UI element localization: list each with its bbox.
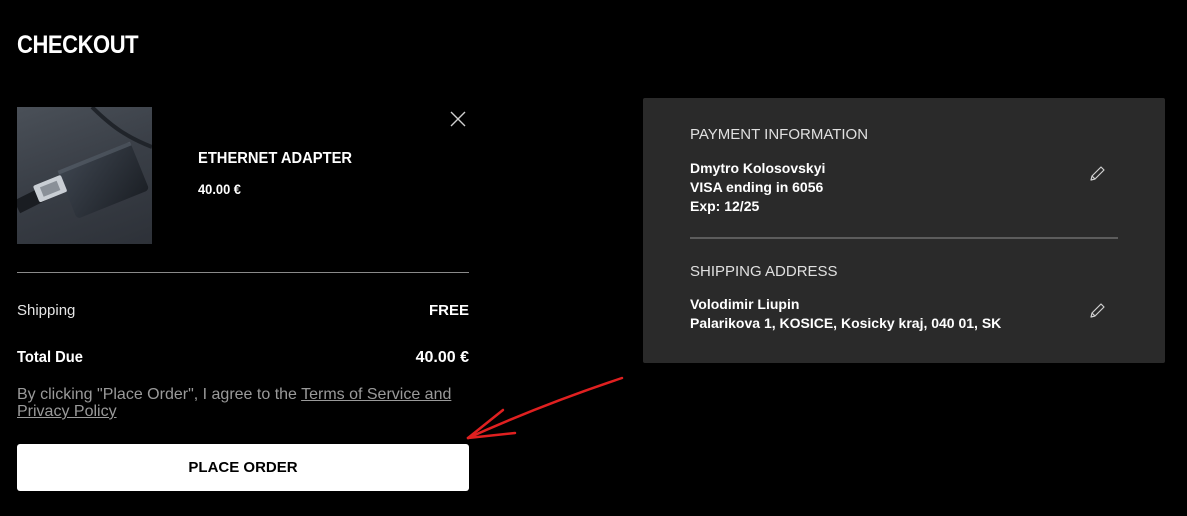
terms-prefix: By clicking "Place Order", I agree to th…	[17, 386, 302, 403]
shipping-address-title: SHIPPING ADDRESS	[690, 263, 838, 280]
close-icon	[450, 111, 466, 127]
edit-payment-button[interactable]	[1087, 164, 1107, 184]
payment-expiry: Exp: 12/25	[690, 198, 760, 214]
edit-shipping-button[interactable]	[1087, 301, 1107, 321]
product-price: 40.00 €	[198, 181, 241, 197]
payment-info-title: PAYMENT INFORMATION	[690, 126, 869, 143]
payment-card: VISA ending in 6056	[690, 179, 824, 195]
total-due-label: Total Due	[17, 349, 83, 366]
panel-divider	[690, 237, 1118, 239]
total-due-value: 40.00 €	[415, 349, 469, 366]
terms-agreement: By clicking "Place Order", I agree to th…	[17, 386, 477, 420]
cart-divider	[17, 272, 469, 273]
place-order-button[interactable]: PLACE ORDER	[17, 444, 469, 491]
shipping-details: Volodimir Liupin Palarikova 1, KOSICE, K…	[690, 295, 1001, 333]
pencil-icon	[1090, 303, 1105, 318]
shipping-label: Shipping	[17, 302, 76, 319]
ethernet-adapter-image	[17, 107, 152, 244]
remove-item-button[interactable]	[448, 109, 468, 129]
shipping-name: Volodimir Liupin	[690, 296, 800, 312]
product-name: ETHERNET ADAPTER	[198, 150, 353, 167]
page-title: CHECKOUT	[17, 31, 139, 59]
payment-name: Dmytro Kolosovskyi	[690, 160, 826, 176]
shipping-value: FREE	[428, 302, 469, 319]
shipping-address: Palarikova 1, KOSICE, Kosicky kraj, 040 …	[690, 315, 1002, 331]
order-info-panel: PAYMENT INFORMATION Dmytro Kolosovskyi V…	[643, 98, 1165, 363]
pencil-icon	[1090, 166, 1105, 181]
payment-details: Dmytro Kolosovskyi VISA ending in 6056 E…	[690, 159, 825, 216]
